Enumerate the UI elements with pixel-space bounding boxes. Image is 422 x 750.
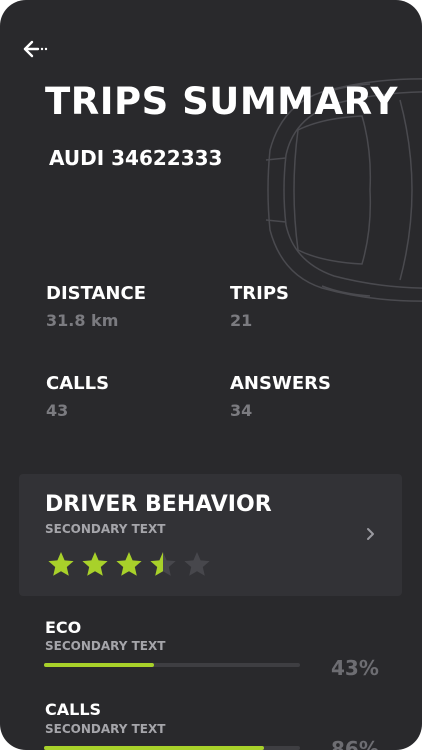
driver-behavior-title: DRIVER BEHAVIOR [45,492,272,517]
stat-answers-value: 34 [230,401,253,420]
star-icon [116,552,142,576]
metric-calls-progress [44,746,300,750]
star-icon [184,552,210,576]
metric-calls-subtitle: SECONDARY TEXT [45,722,166,736]
page-title: TRIPS SUMMARY [45,80,398,123]
stat-trips-value: 21 [230,311,253,330]
metric-eco-title: ECO [45,618,82,637]
metric-calls-title: CALLS [45,700,102,719]
metric-calls-progress-fill [44,746,265,750]
star-icon [150,552,176,576]
star-icon [82,552,108,576]
trips-summary-screen: TRIPS SUMMARY AUDI 34622333 DISTANCE 31.… [0,0,422,750]
metric-eco-percent: 43% [331,656,379,680]
driver-behavior-card[interactable]: DRIVER BEHAVIOR SECONDARY TEXT [19,474,402,596]
stat-distance-value: 31.8 km [46,311,119,330]
metric-calls-percent: 86% [331,737,379,750]
stat-calls-label: CALLS [46,373,110,394]
back-arrow-icon[interactable] [22,38,48,60]
stat-distance-label: DISTANCE [46,283,146,304]
stat-trips-label: TRIPS [230,283,289,304]
metric-eco-progress [44,663,300,667]
chevron-right-icon [367,528,374,540]
star-icon [48,552,74,576]
metric-eco-progress-fill [44,663,155,667]
stat-answers-label: ANSWERS [230,373,331,394]
driver-behavior-subtitle: SECONDARY TEXT [45,522,166,536]
vehicle-name: AUDI 34622333 [49,146,223,170]
stat-calls-value: 43 [46,401,69,420]
metric-eco-subtitle: SECONDARY TEXT [45,639,166,653]
